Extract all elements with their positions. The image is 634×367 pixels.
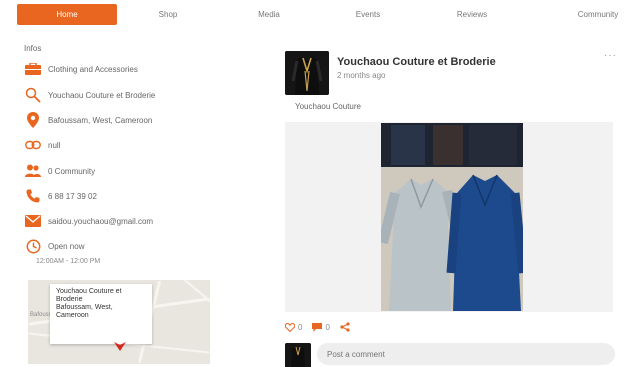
- hours-label: Open now: [48, 241, 85, 251]
- search-icon: [24, 87, 42, 103]
- location-pin-icon: [24, 112, 42, 128]
- tab-events[interactable]: Events: [337, 4, 399, 25]
- share-icon: [340, 322, 350, 332]
- tab-media[interactable]: Media: [238, 4, 300, 25]
- info-title: Infos: [24, 44, 42, 53]
- map-card-line-2: Broderie: [56, 296, 83, 303]
- post-caption: Youchaou Couture: [295, 102, 361, 111]
- comment-icon: [312, 322, 323, 332]
- post-actions: 0 0: [285, 322, 350, 332]
- map-card-line-1: Youchaou Couture et: [56, 288, 122, 295]
- info-hours: Open now: [24, 237, 84, 255]
- map-info-card: Youchaou Couture et Broderie Bafoussam, …: [50, 284, 152, 344]
- commenter-avatar: [285, 343, 311, 367]
- share-button[interactable]: [340, 322, 350, 332]
- email-icon: [24, 214, 42, 228]
- clock-icon: [24, 239, 42, 253]
- link-icon: [24, 138, 42, 152]
- tab-shop[interactable]: Shop: [137, 4, 199, 25]
- location-text[interactable]: Bafoussam, West, Cameroon: [48, 116, 152, 125]
- tab-home[interactable]: Home: [17, 4, 117, 25]
- info-category: Clothing and Accessories: [24, 60, 138, 78]
- poster-avatar[interactable]: [285, 51, 329, 95]
- like-button[interactable]: 0: [285, 322, 303, 332]
- email-text[interactable]: saidou.youchaou@gmail.com: [48, 217, 153, 226]
- map-marker-icon[interactable]: [114, 342, 126, 354]
- community-text: 0 Community: [48, 166, 96, 176]
- post-photo[interactable]: [381, 123, 523, 311]
- tab-reviews[interactable]: Reviews: [441, 4, 503, 25]
- briefcase-icon: [24, 62, 42, 76]
- link-text[interactable]: null: [48, 141, 60, 150]
- phone-icon: [24, 189, 42, 203]
- info-email: saidou.youchaou@gmail.com: [24, 212, 153, 230]
- info-phone: 6 88 17 39 02: [24, 187, 97, 205]
- top-nav: Home Shop Media Events Reviews Community: [0, 0, 634, 28]
- category-text: Clothing and Accessories: [48, 64, 138, 74]
- tab-community[interactable]: Community: [566, 4, 630, 25]
- more-options-icon[interactable]: ···: [604, 50, 617, 61]
- info-location: Bafoussam, West, Cameroon: [24, 111, 152, 129]
- map-card-line-3: Bafoussam, West,: [56, 304, 113, 311]
- post-card: Youchaou Couture et Broderie 2 months ag…: [275, 44, 625, 367]
- business-name-text: Youchaou Couture et Broderie: [48, 90, 156, 100]
- comment-button[interactable]: 0: [312, 322, 330, 332]
- info-link: null: [24, 136, 60, 154]
- phone-text[interactable]: 6 88 17 39 02: [48, 192, 97, 201]
- info-community: 0 Community: [24, 162, 95, 180]
- heart-icon: [285, 322, 295, 332]
- like-count: 0: [298, 322, 303, 332]
- hours-detail: 12:00AM - 12:00 PM: [36, 258, 101, 265]
- location-map[interactable]: Bafoussam Youchaou Couture et Broderie B…: [28, 280, 210, 364]
- map-card-line-4: Cameroon: [56, 312, 89, 319]
- post-time: 2 months ago: [337, 71, 386, 80]
- info-name: Youchaou Couture et Broderie: [24, 86, 155, 104]
- users-icon: [24, 164, 42, 178]
- poster-name[interactable]: Youchaou Couture et Broderie: [337, 56, 496, 68]
- comment-count: 0: [325, 322, 330, 332]
- post-image-area[interactable]: [285, 122, 613, 312]
- comment-input[interactable]: [317, 343, 615, 365]
